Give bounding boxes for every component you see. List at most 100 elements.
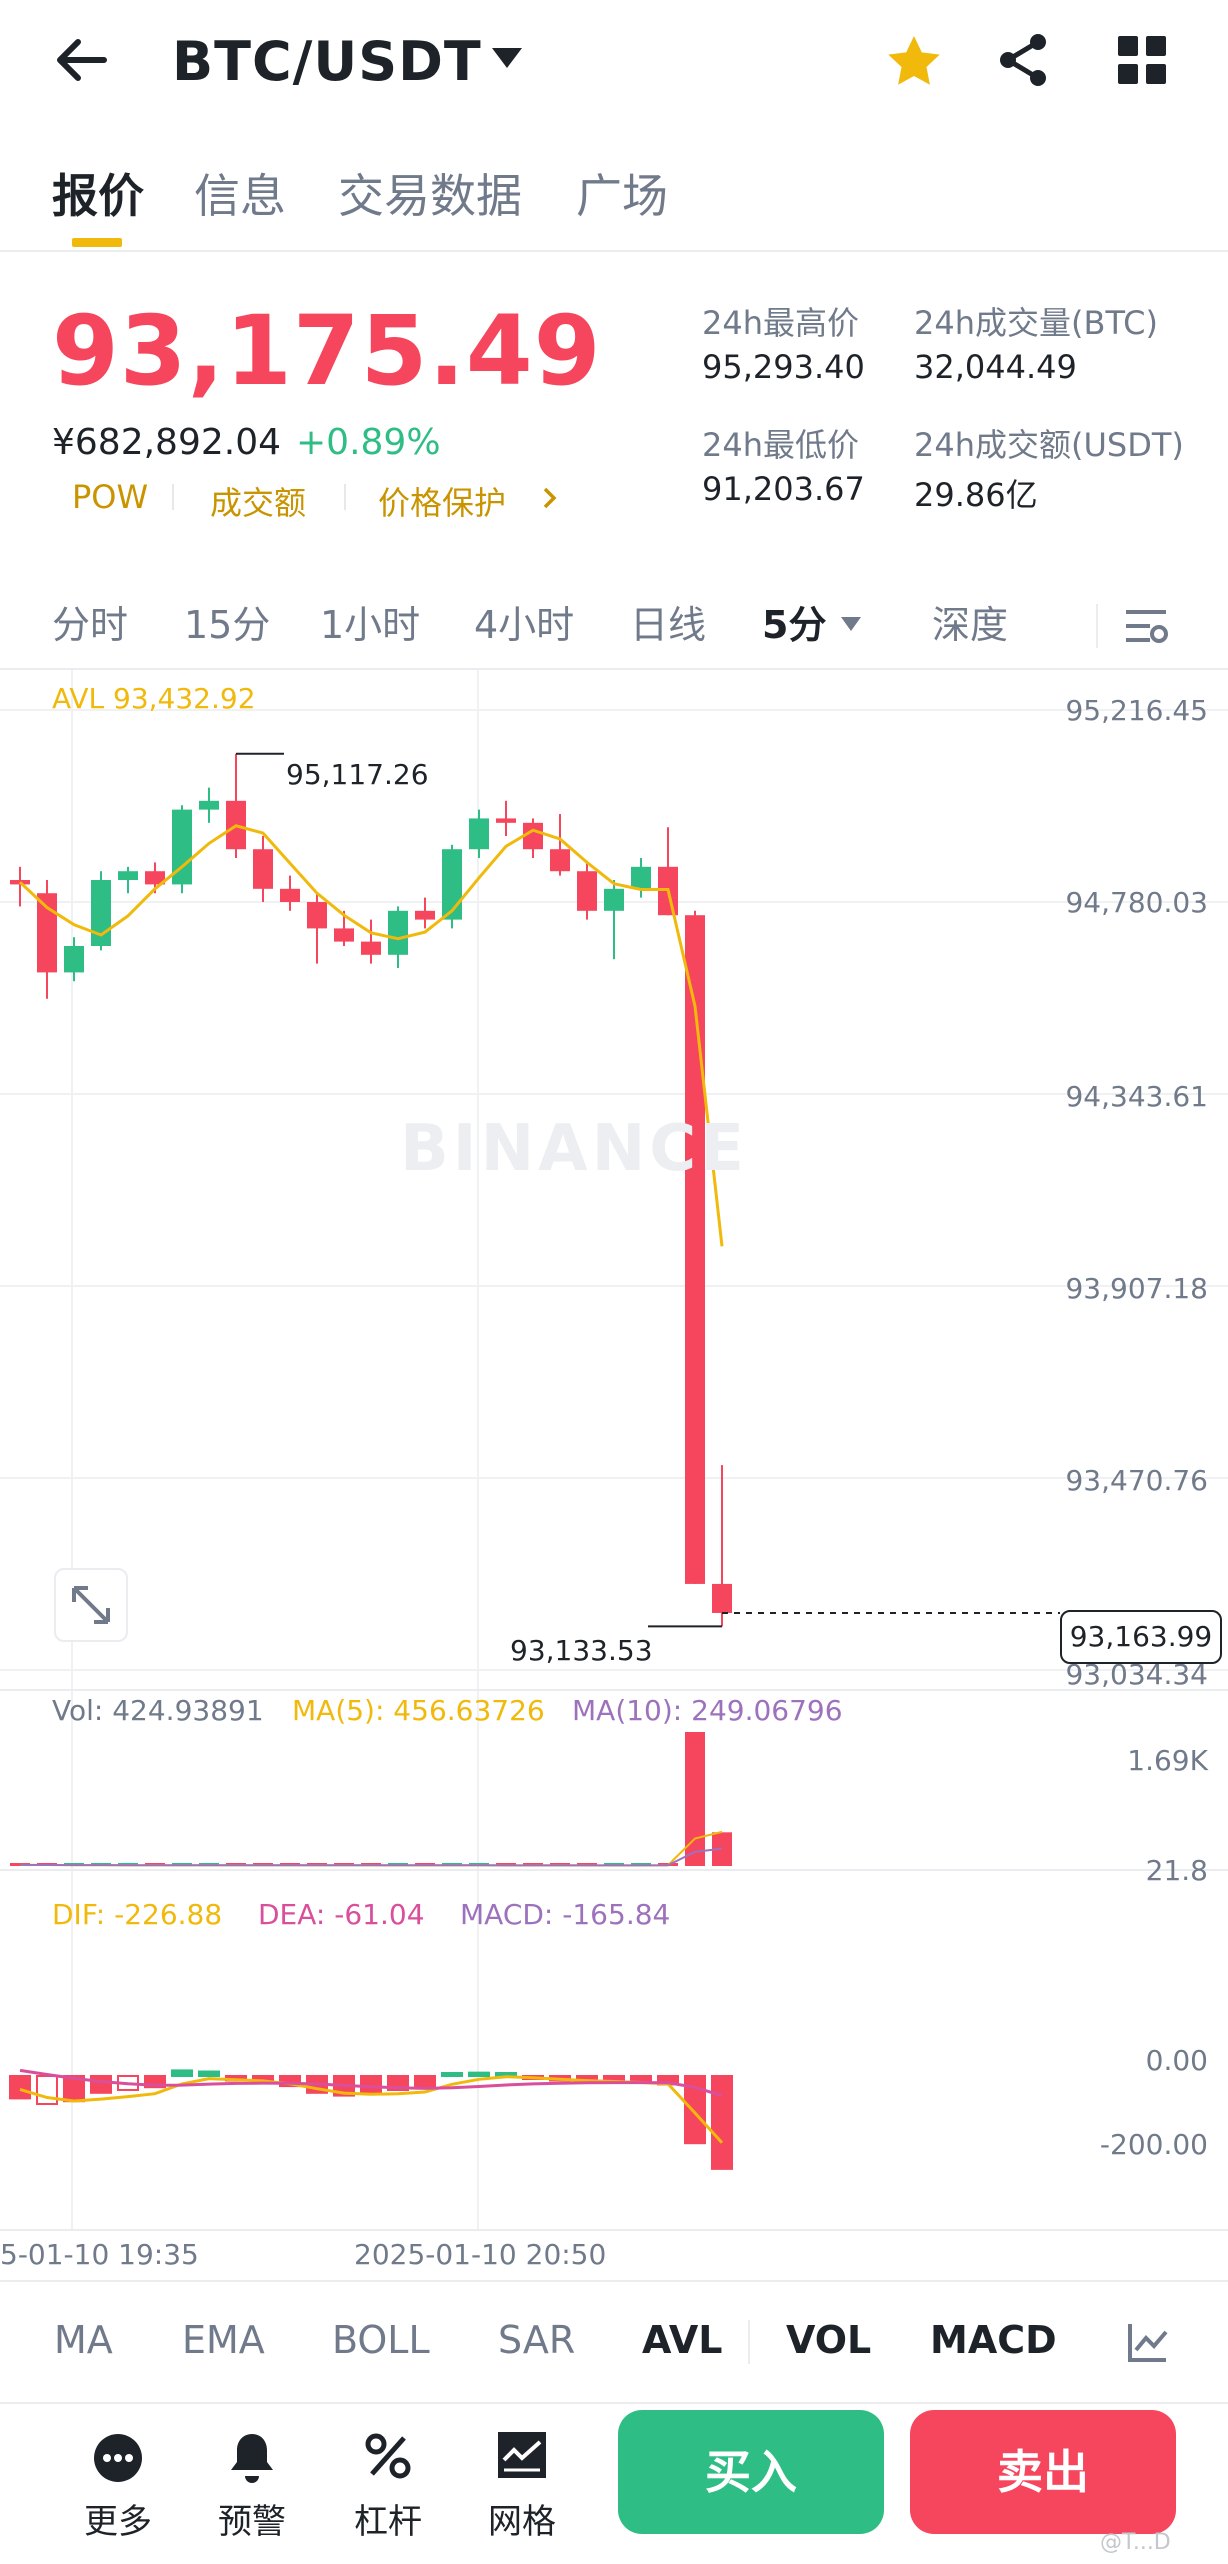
vol-ma10-legend: MA(10): 249.06796 [572,1694,843,1727]
low-label: 24h最低价 [702,426,860,464]
tab-info[interactable]: 信息 [194,160,286,226]
bottom-action-bar: 更多 预警 杠杆 网格 买入 卖出 [0,2402,1228,2564]
kline-chart[interactable] [0,670,1228,2282]
vol-ma5-line [19,1830,723,1867]
macd-hist-bar [198,2070,220,2078]
interval-5m[interactable]: 5分 [762,594,826,649]
top-bar: BTC/USDT [0,0,1228,125]
macd-dea-legend: DEA: -61.04 [258,1898,425,1931]
high-label: 24h最高价 [702,304,860,342]
chart-settings-icon[interactable] [1124,606,1168,646]
pair-title[interactable]: BTC/USDT [172,30,482,93]
candle-body [64,946,84,973]
price-axis-label: 95,216.45 [1065,694,1208,727]
star-icon[interactable] [884,32,944,92]
indicator-ema[interactable]: EMA [182,2318,265,2362]
indicator-macd[interactable]: MACD [930,2318,1057,2362]
divider [1096,604,1098,648]
candle-body [388,910,408,955]
candle-body [334,928,354,942]
tag-turnover[interactable]: 成交额 [210,478,306,524]
candle-body [496,818,516,823]
macd-hist-bar [414,2075,436,2089]
last-price-tag: 93,163.99 [1060,1610,1222,1664]
interval-time[interactable]: 分时 [52,594,128,649]
candle-body [415,910,435,920]
tag-price-protection[interactable]: 价格保护 [378,478,506,524]
indicator-sar[interactable]: SAR [498,2318,575,2362]
back-arrow-icon[interactable] [52,30,112,90]
candle-body [631,866,651,889]
time-axis-label: 5-01-10 19:35 [0,2238,199,2271]
indicator-avl[interactable]: AVL [642,2318,722,2362]
macd-axis-label: 0.00 [1145,2044,1208,2077]
cny-price: ¥682,892.04 [52,422,282,463]
interval-bar: 分时 15分 1小时 4小时 日线 5分 深度 [0,580,1228,670]
binance-watermark: BINANCE [400,1112,748,1186]
vol-btc-label: 24h成交量(BTC) [914,304,1158,342]
tag-pow[interactable]: POW [72,478,148,516]
chevron-right-icon[interactable] [540,486,560,510]
vol-legend: Vol: 424.93891 [52,1694,264,1727]
interval-depth[interactable]: 深度 [932,594,1008,649]
price-axis-label: 94,343.61 [1065,1080,1208,1113]
high-annotation: 95,117.26 [286,758,429,791]
indicator-boll[interactable]: BOLL [332,2318,430,2362]
candle-body [280,888,300,903]
sell-button[interactable]: 卖出 [910,2410,1176,2534]
alert-label: 预警 [218,2502,286,2542]
interval-1h[interactable]: 1小时 [320,594,420,649]
candle-body [550,849,570,872]
more-icon [94,2434,142,2482]
vol-axis-label: 1.69K [1127,1744,1208,1777]
vol-axis-label: 21.8 [1145,1854,1208,1887]
chart-area[interactable]: BINANCE AVL 93,432.92 95,216.45 94,780.0… [0,668,1228,2282]
indicator-ma[interactable]: MA [54,2318,113,2362]
low-annotation: 93,133.53 [510,1634,653,1667]
macd-hist-bar [711,2075,733,2170]
corner-watermark: @T...D [1100,2530,1171,2555]
vol-usdt-label: 24h成交额(USDT) [914,426,1184,464]
leverage-label: 杠杆 [354,2502,422,2542]
vol-usdt-value: 29.86亿 [914,476,1038,514]
divider [748,2320,750,2364]
buy-button[interactable]: 买入 [618,2410,884,2534]
interval-4h[interactable]: 4小时 [474,594,574,649]
price-change: +0.89% [296,422,441,463]
macd-hist-bar [468,2071,490,2078]
price-axis-label: 93,470.76 [1065,1464,1208,1497]
candle-body [604,888,624,911]
candle-body [361,941,381,955]
candle-body [199,800,219,810]
expand-chart-button[interactable] [54,1568,128,1642]
macd-axis-label: -200.00 [1099,2128,1208,2161]
low-value: 91,203.67 [702,470,865,508]
interval-15m[interactable]: 15分 [184,594,270,649]
grid-icon[interactable] [1118,36,1166,84]
vol-ma10-line [19,1847,723,1867]
interval-1d[interactable]: 日线 [630,594,706,649]
section-tabs: 报价 信息 交易数据 广场 [0,140,1228,252]
macd-hist-bar [441,2072,463,2077]
candle-body [577,871,597,911]
grid-bot-label: 网格 [488,2502,556,2542]
candle-body [118,871,138,881]
tab-trading-data[interactable]: 交易数据 [338,160,522,226]
caret-down-icon[interactable] [840,616,862,632]
candle-body [37,893,57,973]
indicator-vol[interactable]: VOL [786,2318,871,2362]
vol-btc-value: 32,044.49 [914,348,1077,386]
high-value: 95,293.40 [702,348,865,386]
dropdown-caret-icon[interactable] [490,46,524,70]
candle-body [253,849,273,889]
indicator-settings-icon[interactable] [1126,2320,1170,2364]
share-icon[interactable] [994,30,1054,90]
more-label: 更多 [84,2502,152,2542]
bell-icon [231,2434,273,2483]
tab-quote[interactable]: 报价 [52,160,144,226]
last-price: 93,175.49 [52,295,602,407]
tab-square[interactable]: 广场 [576,160,668,226]
leverage-icon [365,2433,411,2479]
macd-hist-bar [9,2075,31,2100]
avl-legend: AVL 93,432.92 [52,682,256,715]
